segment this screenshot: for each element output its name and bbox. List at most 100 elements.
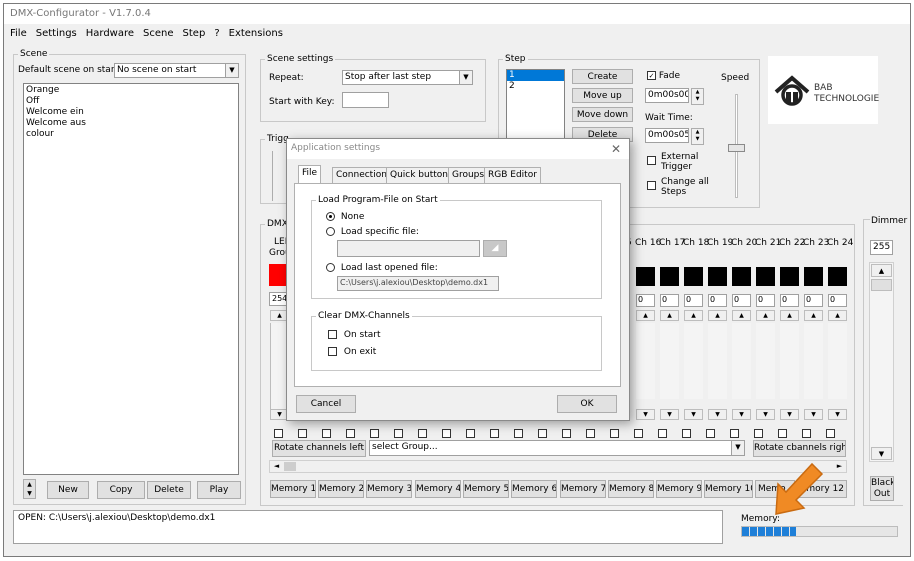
memory-6-button[interactable]: Memory 6 [511,480,557,498]
play-scene-button[interactable]: Play [197,481,241,499]
channel-up-arrow[interactable]: ▲ [660,310,679,321]
channel-select-checkbox[interactable] [610,429,619,438]
list-item[interactable]: 2 [507,81,564,92]
channel-select-checkbox[interactable] [754,429,763,438]
channel-down-arrow[interactable]: ▼ [804,409,823,420]
channel-select-checkbox[interactable] [658,429,667,438]
memory-8-button[interactable]: Memory 8 [608,480,654,498]
wait-time-input[interactable]: 0m00s05 [645,128,689,143]
copy-scene-button[interactable]: Copy [97,481,145,499]
external-trigger-option[interactable]: External Trigger [647,152,703,172]
channel-select-checkbox[interactable] [538,429,547,438]
channel-select-checkbox[interactable] [322,429,331,438]
channel-up-arrow[interactable]: ▲ [732,310,751,321]
change-all-checkbox[interactable] [647,181,656,190]
blackout-button[interactable]: Black Out [870,476,894,501]
channel-select-checkbox[interactable] [274,429,283,438]
channel-select-checkbox[interactable] [490,429,499,438]
channel-up-arrow[interactable]: ▲ [804,310,823,321]
dimmer-up-icon[interactable]: ▲ [871,264,892,277]
menu-file[interactable]: File [10,28,27,40]
option-none[interactable]: None [326,212,364,222]
channel-select-checkbox[interactable] [394,429,403,438]
list-item[interactable]: Welcome ein [26,107,236,118]
channel-up-arrow[interactable]: ▲ [636,310,655,321]
dimmer-value[interactable]: 255 [870,240,893,255]
radio-specific[interactable] [326,227,335,236]
channel-faders[interactable] [636,323,847,399]
scroll-right-icon[interactable]: ► [833,461,846,472]
memory-1-button[interactable]: Memory 1 [270,480,316,498]
delete-scene-button[interactable]: Delete [147,481,191,499]
list-item[interactable]: colour [26,129,236,140]
channel-down-arrow[interactable]: ▼ [636,409,655,420]
group-select[interactable]: select Group... ▼ [369,440,745,456]
channel-select-checkbox[interactable] [370,429,379,438]
radio-last[interactable] [326,263,335,272]
menu-scene[interactable]: Scene [143,28,174,40]
tab-connection[interactable]: Connection [332,167,391,183]
channel-select-checkbox[interactable] [706,429,715,438]
dimmer-down-icon[interactable]: ▼ [871,447,892,460]
menu-settings[interactable]: Settings [36,28,77,40]
menu-hardware[interactable]: Hardware [86,28,134,40]
list-item[interactable]: Off [26,96,236,107]
option-last[interactable]: Load last opened file: [326,263,438,273]
list-item[interactable]: Welcome aus [26,118,236,129]
channel-select-checkbox[interactable] [682,429,691,438]
tab-quick-buttons[interactable]: Quick buttons [386,167,457,183]
wait-time-spinner[interactable]: ▲ ▼ [691,128,704,145]
channel-down-arrow[interactable]: ▼ [780,409,799,420]
channel-select-checkbox[interactable] [442,429,451,438]
menu-step[interactable]: Step [183,28,206,40]
channel-down-arrow[interactable]: ▼ [828,409,847,420]
channel-up-arrow[interactable]: ▲ [828,310,847,321]
dimmer-thumb[interactable] [871,279,892,291]
scene-list[interactable]: Orange Off Welcome ein Welcome aus colou… [23,83,239,475]
memory-5-button[interactable]: Memory 5 [463,480,509,498]
step-list[interactable]: 1 2 [506,69,565,141]
default-scene-select[interactable]: No scene on start ▼ [114,63,239,78]
channel-value[interactable]: 0 [684,294,703,307]
channel-down-arrow[interactable]: ▼ [756,409,775,420]
move-up-button[interactable]: Move up [572,88,633,103]
channel-select-checkbox[interactable] [778,429,787,438]
channel-select-checkbox[interactable] [826,429,835,438]
cancel-button[interactable]: Cancel [296,395,356,413]
fade-time-input[interactable]: 0m00s00 [645,88,689,103]
create-step-button[interactable]: Create [572,69,633,84]
change-all-option[interactable]: Change all Steps [647,177,713,197]
channel-down-arrow[interactable]: ▼ [732,409,751,420]
speed-slider-thumb[interactable] [728,144,745,152]
channel-select-checkbox[interactable] [730,429,739,438]
specific-file-input[interactable] [337,240,480,257]
channel-down-arrow[interactable]: ▼ [708,409,727,420]
channel-value[interactable]: 0 [660,294,679,307]
channel-select-checkbox[interactable] [298,429,307,438]
move-down-button[interactable]: Move down [572,107,633,122]
channel-value[interactable]: 0 [732,294,751,307]
close-icon[interactable]: ✕ [611,142,621,156]
channel-select-checkbox[interactable] [586,429,595,438]
channel-up-arrow[interactable]: ▲ [708,310,727,321]
fade-option[interactable]: ✓ Fade [647,71,680,81]
memory-9-button[interactable]: Memory 9 [656,480,702,498]
channel-up-arrow[interactable]: ▲ [780,310,799,321]
menu-extensions[interactable]: Extensions [229,28,283,40]
rotate-right-button[interactable]: Rotate cbannels right [753,440,846,457]
repeat-select[interactable]: Stop after last step ▼ [342,70,473,85]
channel-select-checkbox[interactable] [634,429,643,438]
channel-down-arrow[interactable]: ▼ [684,409,703,420]
rotate-left-button[interactable]: Rotate channels left [272,440,366,457]
channel-scrollbar[interactable]: ◄ ► [269,460,847,473]
scroll-thumb[interactable] [284,462,296,471]
on-start-option[interactable]: On start [328,330,381,340]
channel-value[interactable]: 0 [708,294,727,307]
channel-select-checkbox[interactable] [802,429,811,438]
channel-value[interactable]: 0 [636,294,655,307]
channel-select-checkbox[interactable] [514,429,523,438]
ok-button[interactable]: OK [557,395,617,413]
fade-checkbox[interactable]: ✓ [647,71,656,80]
channel-up-arrow[interactable]: ▲ [756,310,775,321]
scene-order-spinner[interactable]: ▲ ▼ [23,479,36,499]
